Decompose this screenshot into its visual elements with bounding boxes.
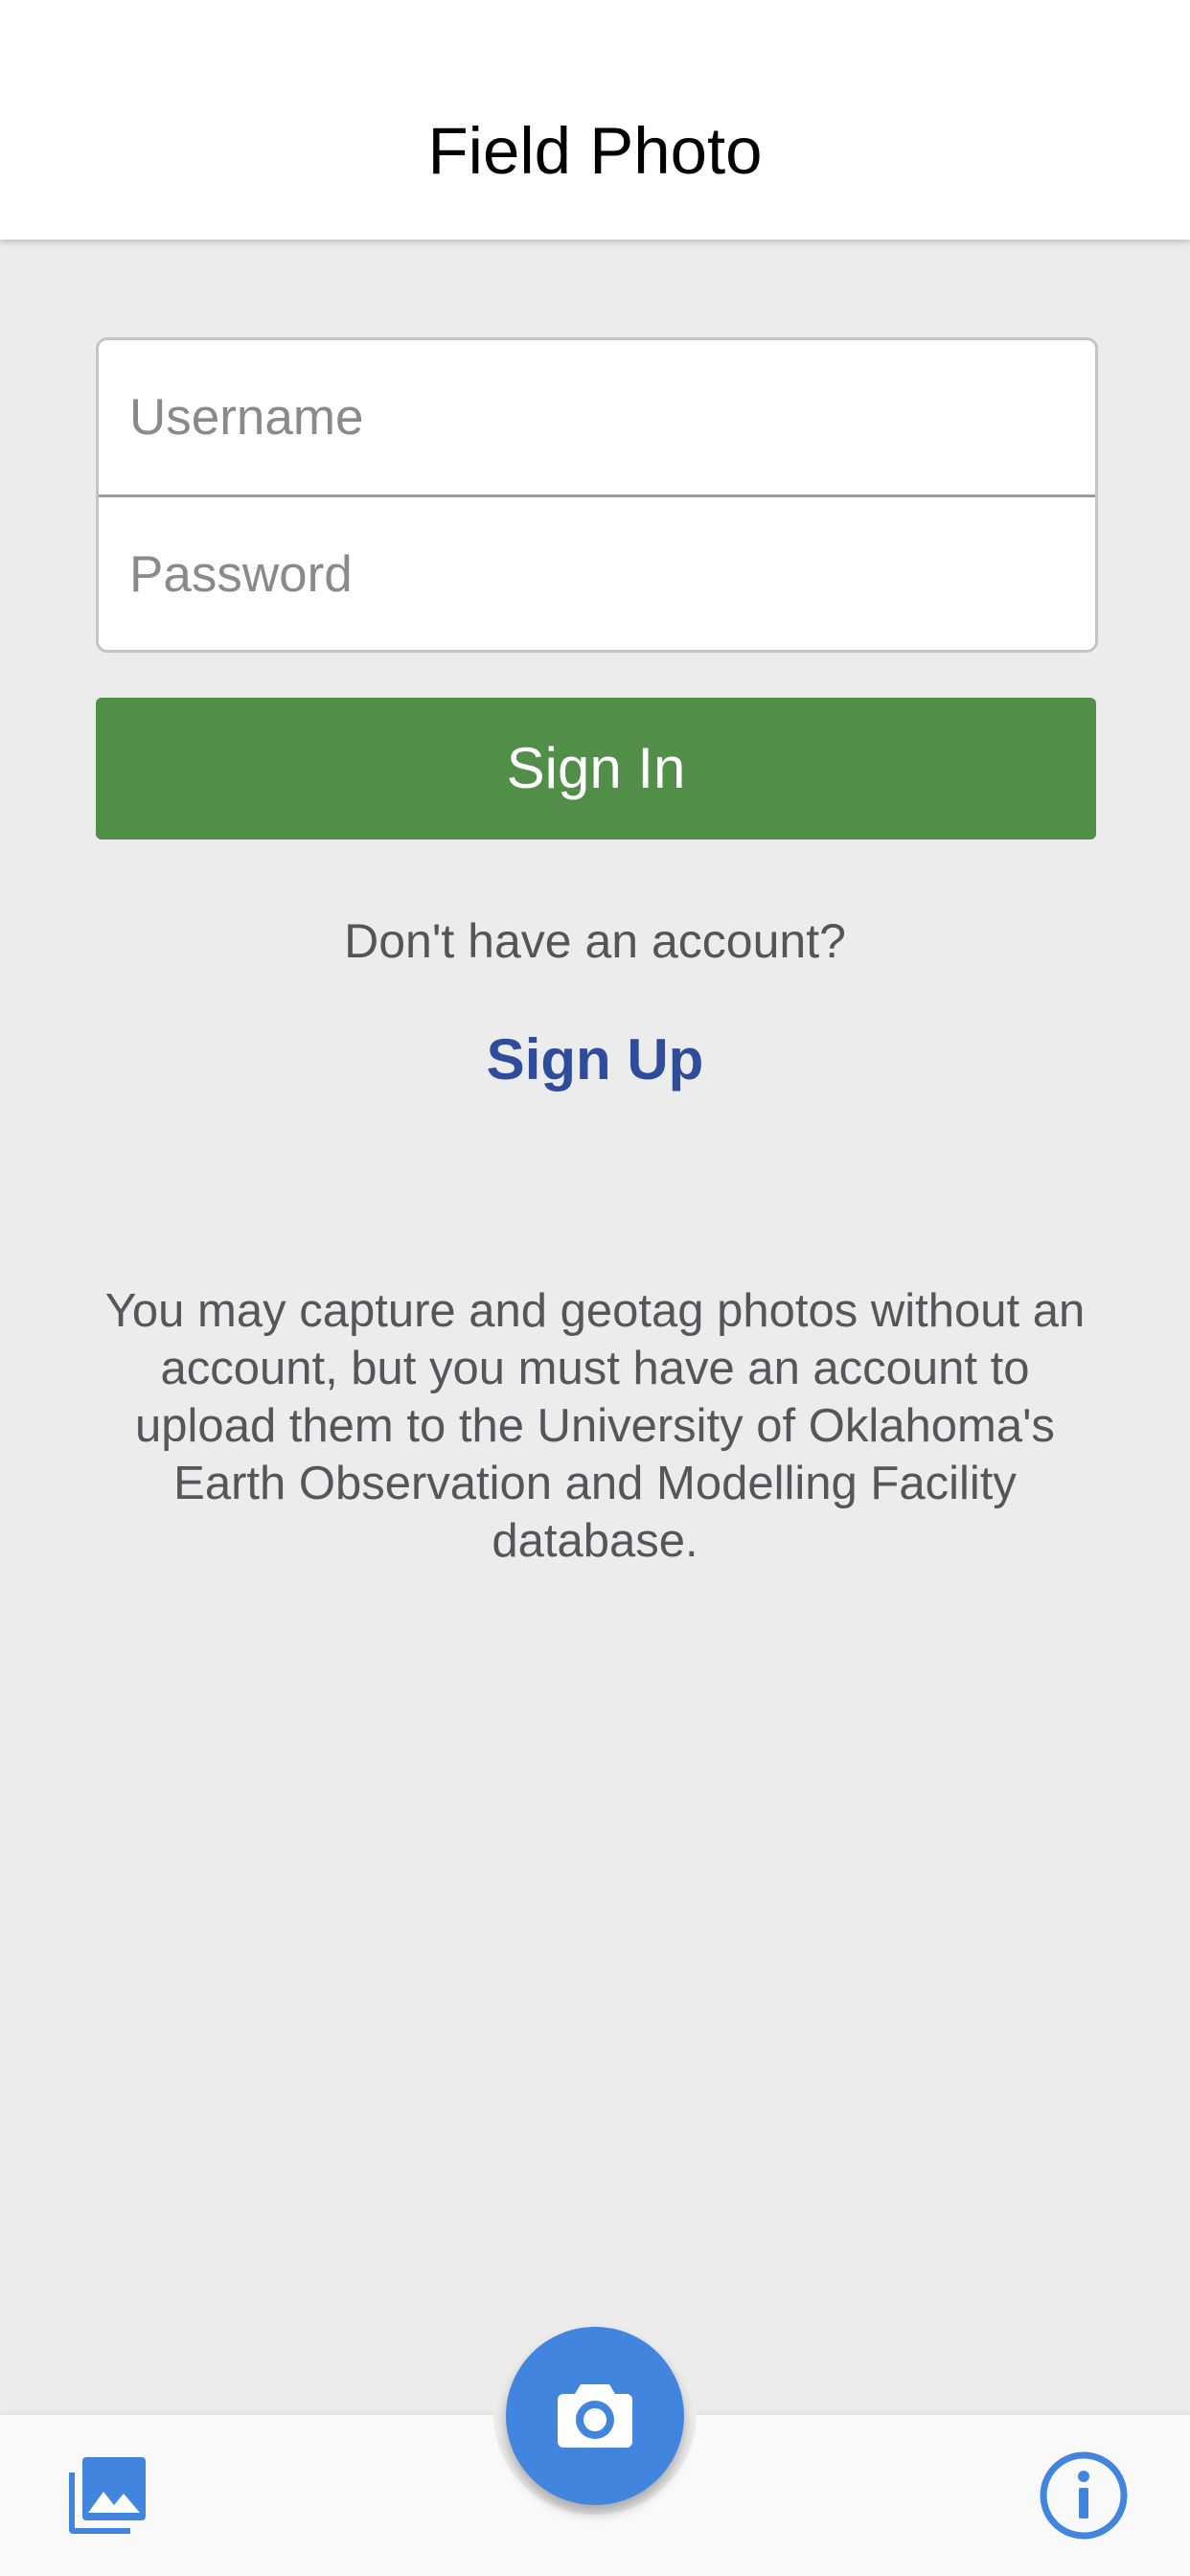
camera-icon (558, 2384, 632, 2448)
camera-button[interactable] (506, 2327, 684, 2505)
sign-in-button[interactable]: Sign In (96, 698, 1096, 840)
no-account-text: Don't have an account? (344, 914, 846, 968)
app-header: Field Photo (0, 0, 1190, 240)
info-icon (1040, 2451, 1128, 2540)
gallery-button[interactable] (65, 2453, 149, 2538)
info-button[interactable] (1037, 2449, 1131, 2542)
gallery-icon (69, 2457, 146, 2534)
password-input[interactable] (99, 497, 1095, 650)
username-input[interactable] (99, 340, 1095, 494)
info-message: You may capture and geotag photos withou… (104, 1285, 1086, 1567)
page-title: Field Photo (427, 114, 763, 188)
sign-up-link[interactable]: Sign Up (0, 1025, 1190, 1094)
login-form (96, 337, 1098, 653)
